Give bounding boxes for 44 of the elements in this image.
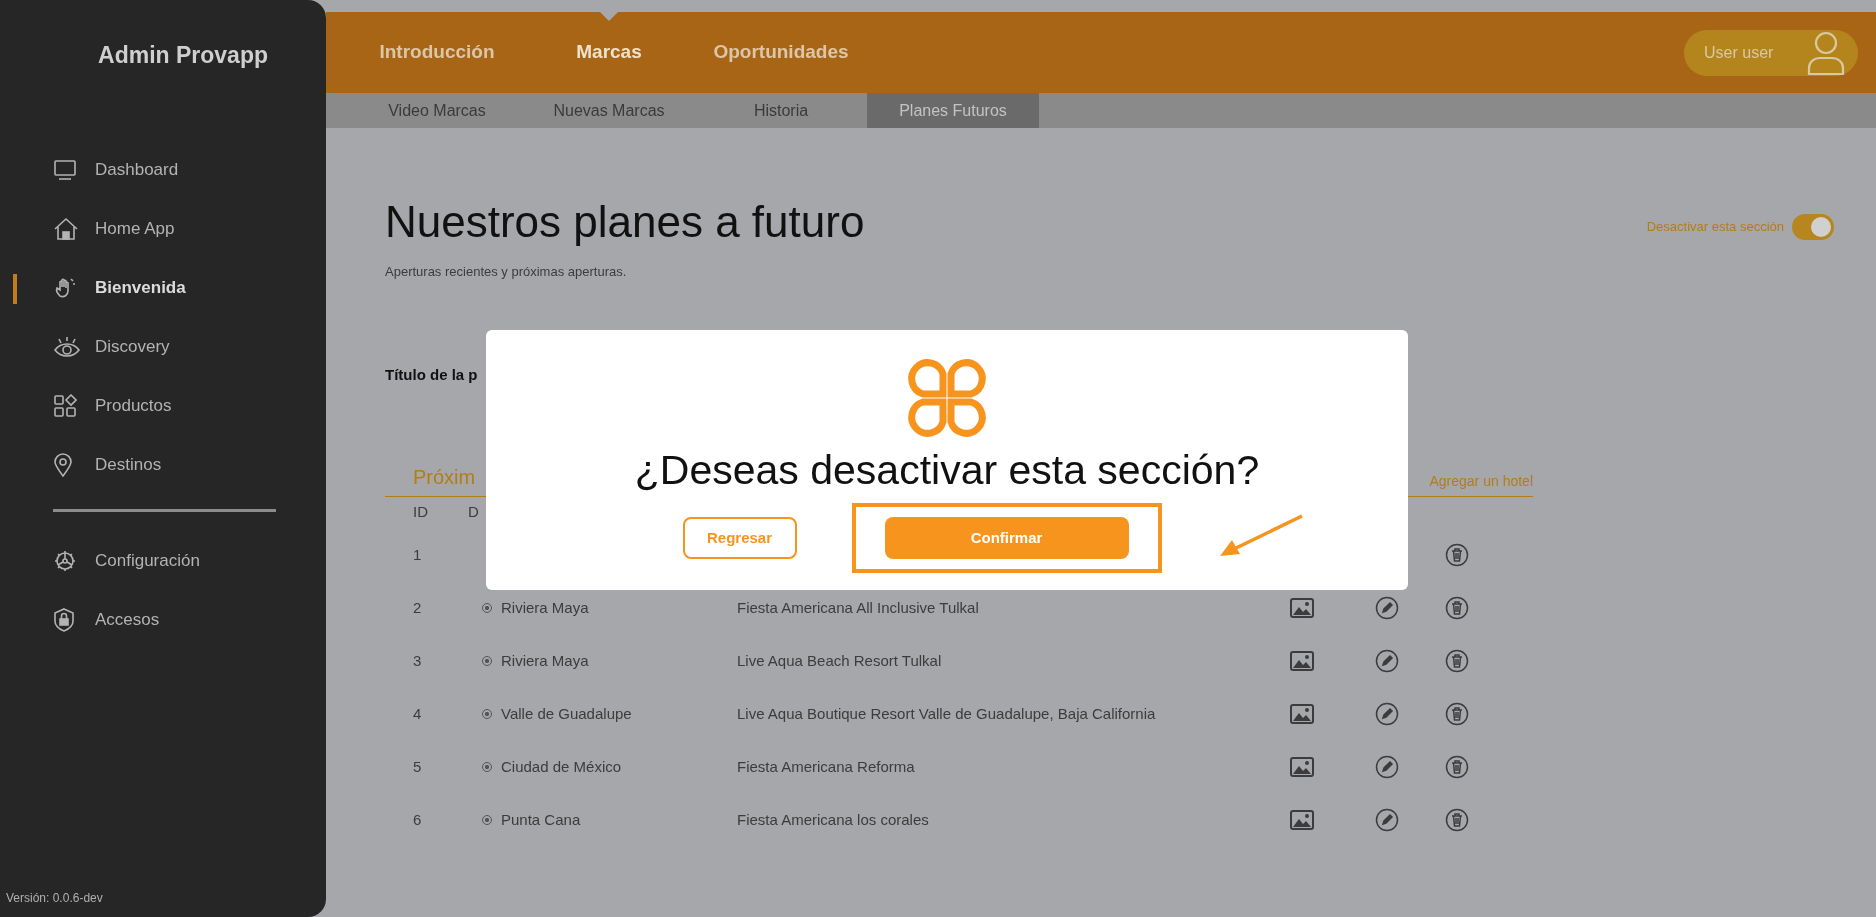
nav-tab[interactable]: Oportunidades bbox=[695, 12, 867, 93]
sidebar-item[interactable]: Home App bbox=[0, 199, 326, 259]
id-cell-text: 3 bbox=[413, 650, 422, 671]
sidebar-item[interactable]: Productos bbox=[0, 376, 326, 436]
page-subtitle: Aperturas recientes y próximas aperturas. bbox=[385, 262, 628, 281]
confirm-button[interactable]: Confirmar bbox=[884, 517, 1129, 560]
nav-tab[interactable]: Introducción bbox=[351, 12, 523, 93]
user-menu-button[interactable]: User user bbox=[1684, 29, 1858, 76]
field-label: Título de la p bbox=[385, 365, 479, 386]
sidebar-item[interactable]: Accesos bbox=[0, 590, 326, 650]
sub-nav-tab[interactable]: Planes Futuros bbox=[867, 93, 1039, 128]
destination-cell-text: Riviera Maya bbox=[501, 650, 589, 671]
column-header: D bbox=[468, 502, 479, 523]
nav-tab[interactable]: Marcas bbox=[523, 12, 695, 93]
sub-nav-tab[interactable]: Nuevas Marcas bbox=[523, 93, 695, 128]
hotel-cell-text: Live Aqua Beach Resort Tulkal bbox=[737, 650, 942, 671]
back-button[interactable]: Regresar bbox=[682, 517, 797, 560]
id-cell-text: 5 bbox=[413, 756, 422, 777]
destination-cell-text: Ciudad de México bbox=[501, 756, 622, 777]
toggle-label: Desactivar esta sección bbox=[1646, 218, 1784, 237]
app-title: Admin Provapp bbox=[97, 41, 269, 70]
version-text: Versión: 0.0.6-dev bbox=[5, 890, 104, 907]
page-title: Nuestros planes a futuro bbox=[385, 197, 865, 248]
hotel-cell-text: Fiesta Americana All Inclusive Tulkal bbox=[737, 597, 979, 618]
section-heading: Próxim bbox=[413, 464, 476, 490]
id-cell-text: 4 bbox=[413, 703, 422, 724]
sidebar-item[interactable]: Configuración bbox=[0, 531, 326, 591]
sidebar-item[interactable]: Destinos bbox=[0, 435, 326, 495]
destination-cell-text: Riviera Maya bbox=[501, 597, 589, 618]
hotel-cell-text: Fiesta Americana Reforma bbox=[737, 756, 915, 777]
dialog-question: ¿Deseas desactivar esta sección? bbox=[634, 448, 1260, 494]
destination-cell-text: Valle de Guadalupe bbox=[501, 703, 632, 724]
sub-nav-tab[interactable]: Historia bbox=[695, 93, 867, 128]
sidebar-item[interactable]: Dashboard bbox=[0, 140, 326, 200]
sub-nav-tab[interactable]: Video Marcas bbox=[351, 93, 523, 128]
sidebar-item[interactable]: Discovery bbox=[0, 317, 326, 377]
sidebar-item[interactable]: Bienvenida bbox=[0, 258, 326, 318]
id-cell-text: 1 bbox=[413, 544, 422, 565]
hotel-cell-text: Live Aqua Boutique Resort Valle de Guadalupe, Baja California bbox=[737, 703, 1156, 724]
hotel-cell-text: Fiesta Americana los corales bbox=[737, 809, 929, 830]
destination-cell-text: Punta Cana bbox=[501, 809, 581, 830]
id-cell-text: 2 bbox=[413, 597, 422, 618]
column-header: ID bbox=[413, 502, 428, 523]
id-cell-text: 6 bbox=[413, 809, 422, 830]
